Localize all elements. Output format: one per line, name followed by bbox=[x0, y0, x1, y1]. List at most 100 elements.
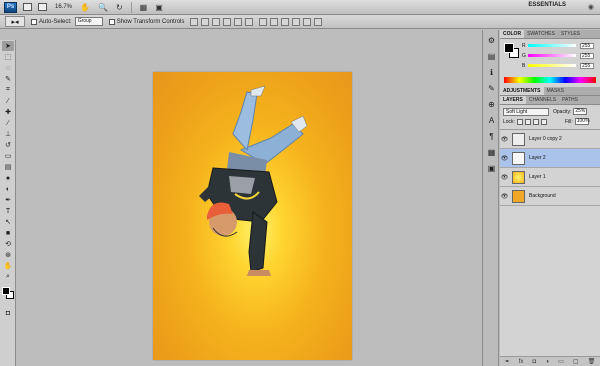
adjustment-layer-icon[interactable]: ◑ bbox=[545, 359, 549, 365]
3d-orbit-tool-icon[interactable]: ⊛ bbox=[2, 250, 14, 260]
visibility-eye-icon[interactable]: 👁 bbox=[500, 174, 509, 181]
character-panel-icon[interactable]: A bbox=[486, 115, 497, 126]
new-layer-icon[interactable]: ▢ bbox=[573, 358, 579, 365]
tab-masks[interactable]: MASKS bbox=[544, 87, 568, 95]
distribute-top-icon[interactable] bbox=[259, 17, 268, 26]
blur-tool-icon[interactable]: ● bbox=[2, 173, 14, 183]
link-layers-icon[interactable]: ⚭ bbox=[505, 358, 510, 365]
visibility-eye-icon[interactable]: 👁 bbox=[500, 193, 509, 200]
tab-swatches[interactable]: SWATCHES bbox=[524, 30, 558, 38]
auto-select-dropdown[interactable]: Group bbox=[74, 17, 103, 26]
layer-name[interactable]: Layer 1 bbox=[529, 174, 546, 180]
layer-row[interactable]: 👁 Layer 1 bbox=[500, 168, 600, 187]
show-transform-option[interactable]: Show Transform Controls bbox=[108, 18, 184, 25]
red-slider[interactable] bbox=[528, 44, 576, 47]
marquee-tool-icon[interactable]: ⬚ bbox=[2, 52, 14, 62]
info-panel-icon[interactable]: ℹ bbox=[486, 67, 497, 78]
new-group-icon[interactable]: ▭ bbox=[558, 358, 564, 365]
tab-layers[interactable]: LAYERS bbox=[500, 96, 526, 104]
fill-field[interactable]: 100% bbox=[574, 118, 590, 125]
tab-adjustments[interactable]: ADJUSTMENTS bbox=[500, 87, 544, 95]
auto-select-checkbox[interactable] bbox=[31, 18, 37, 25]
align-right-icon[interactable] bbox=[245, 17, 254, 26]
tab-paths[interactable]: PATHS bbox=[559, 96, 581, 104]
crop-tool-icon[interactable]: ⌗ bbox=[2, 85, 14, 95]
zoom-tool-icon[interactable]: ⌕ bbox=[2, 272, 14, 282]
distribute-right-icon[interactable] bbox=[314, 17, 323, 26]
auto-select-option[interactable]: Auto-Select: bbox=[31, 18, 72, 25]
quick-select-tool-icon[interactable]: ✎ bbox=[2, 74, 14, 84]
distribute-bottom-icon[interactable] bbox=[281, 17, 290, 26]
clone-stamp-tool-icon[interactable]: ⊥ bbox=[2, 129, 14, 139]
search-icon[interactable]: ◉ bbox=[588, 3, 594, 11]
zoom-icon[interactable]: 🔍 bbox=[98, 3, 108, 12]
3d-rotate-tool-icon[interactable]: ⟲ bbox=[2, 239, 14, 249]
blue-slider[interactable] bbox=[528, 64, 576, 67]
align-left-icon[interactable] bbox=[223, 17, 232, 26]
eraser-tool-icon[interactable]: ▭ bbox=[2, 151, 14, 161]
rotate-icon[interactable]: ↻ bbox=[116, 3, 123, 12]
add-mask-icon[interactable]: ◘ bbox=[533, 359, 537, 365]
workspace-switcher[interactable]: ESSENTIALS bbox=[528, 2, 566, 8]
clone-source-panel-icon[interactable]: ⊕ bbox=[486, 99, 497, 110]
foreground-color-swatch[interactable] bbox=[2, 287, 10, 295]
blend-mode-dropdown[interactable]: Soft Light bbox=[503, 107, 549, 116]
blue-value-field[interactable]: 255 bbox=[580, 62, 594, 69]
paragraph-panel-icon[interactable]: ¶ bbox=[486, 131, 497, 142]
tab-channels[interactable]: CHANNELS bbox=[526, 96, 559, 104]
gradient-tool-icon[interactable]: ▤ bbox=[2, 162, 14, 172]
tool-preset-picker[interactable]: ▸◂ bbox=[5, 16, 25, 27]
panel-foreground-swatch[interactable] bbox=[504, 43, 514, 53]
move-tool-icon[interactable]: ➤ bbox=[2, 41, 14, 51]
document-canvas[interactable] bbox=[153, 72, 352, 360]
align-vcenter-icon[interactable] bbox=[201, 17, 210, 26]
layer-row[interactable]: 👁 Layer 0 copy 2 bbox=[500, 130, 600, 149]
color-spectrum-ramp[interactable] bbox=[504, 77, 596, 83]
view-extras-button[interactable] bbox=[38, 2, 47, 12]
layer-style-icon[interactable]: fx bbox=[519, 359, 524, 365]
distribute-left-icon[interactable] bbox=[292, 17, 301, 26]
visibility-eye-icon[interactable]: 👁 bbox=[500, 155, 509, 162]
lasso-tool-icon[interactable]: ◌ bbox=[2, 63, 14, 73]
layer-row[interactable]: 👁 Background bbox=[500, 187, 600, 206]
lock-transparency-icon[interactable] bbox=[516, 118, 523, 125]
launch-bridge-button[interactable] bbox=[23, 2, 32, 12]
lock-position-icon[interactable] bbox=[532, 118, 539, 125]
green-slider[interactable] bbox=[528, 54, 576, 57]
delete-layer-icon[interactable]: 🗑 bbox=[588, 358, 596, 365]
align-bottom-icon[interactable] bbox=[212, 17, 221, 26]
shape-tool-icon[interactable]: ■ bbox=[2, 228, 14, 238]
path-select-tool-icon[interactable]: ↖ bbox=[2, 217, 14, 227]
navigator-panel-icon[interactable]: ▤ bbox=[486, 51, 497, 62]
type-tool-icon[interactable]: T bbox=[2, 206, 14, 216]
hand-tool-icon[interactable]: ✋ bbox=[2, 261, 14, 271]
history-brush-tool-icon[interactable]: ↺ bbox=[2, 140, 14, 150]
spot-heal-tool-icon[interactable]: ✚ bbox=[2, 107, 14, 117]
layer-name[interactable]: Layer 0 copy 2 bbox=[529, 136, 562, 142]
tab-color[interactable]: COLOR bbox=[500, 30, 525, 38]
hand-icon[interactable]: ✋ bbox=[80, 3, 90, 12]
tool-presets-panel-icon[interactable]: ▦ bbox=[486, 147, 497, 158]
history-panel-icon[interactable]: ⚙ bbox=[486, 35, 497, 46]
distribute-hcenter-icon[interactable] bbox=[303, 17, 312, 26]
layer-name[interactable]: Layer 2 bbox=[529, 155, 546, 161]
zoom-level[interactable]: 16.7% bbox=[55, 4, 72, 10]
align-top-icon[interactable] bbox=[190, 17, 199, 26]
brush-tool-icon[interactable]: ∕ bbox=[2, 118, 14, 128]
layer-name[interactable]: Background bbox=[529, 193, 556, 199]
opacity-field[interactable]: 25% bbox=[573, 108, 588, 115]
show-transform-checkbox[interactable] bbox=[108, 18, 115, 25]
red-value-field[interactable]: 255 bbox=[580, 42, 594, 49]
tab-styles[interactable]: STYLES bbox=[558, 30, 583, 38]
distribute-vcenter-icon[interactable] bbox=[270, 17, 279, 26]
lock-pixels-icon[interactable] bbox=[524, 118, 531, 125]
quick-mask-icon[interactable]: ◘ bbox=[2, 308, 14, 318]
eyedropper-tool-icon[interactable]: ⁄ bbox=[2, 96, 14, 106]
dodge-tool-icon[interactable]: ◐ bbox=[2, 184, 14, 194]
lock-all-icon[interactable] bbox=[540, 118, 547, 125]
align-hcenter-icon[interactable] bbox=[234, 17, 243, 26]
notes-panel-icon[interactable]: ▣ bbox=[486, 163, 497, 174]
layer-row-selected[interactable]: 👁 Layer 2 bbox=[500, 149, 600, 168]
grid-icon[interactable]: ▦ bbox=[140, 3, 148, 12]
screen-mode-icon[interactable]: ▣ bbox=[155, 3, 163, 12]
